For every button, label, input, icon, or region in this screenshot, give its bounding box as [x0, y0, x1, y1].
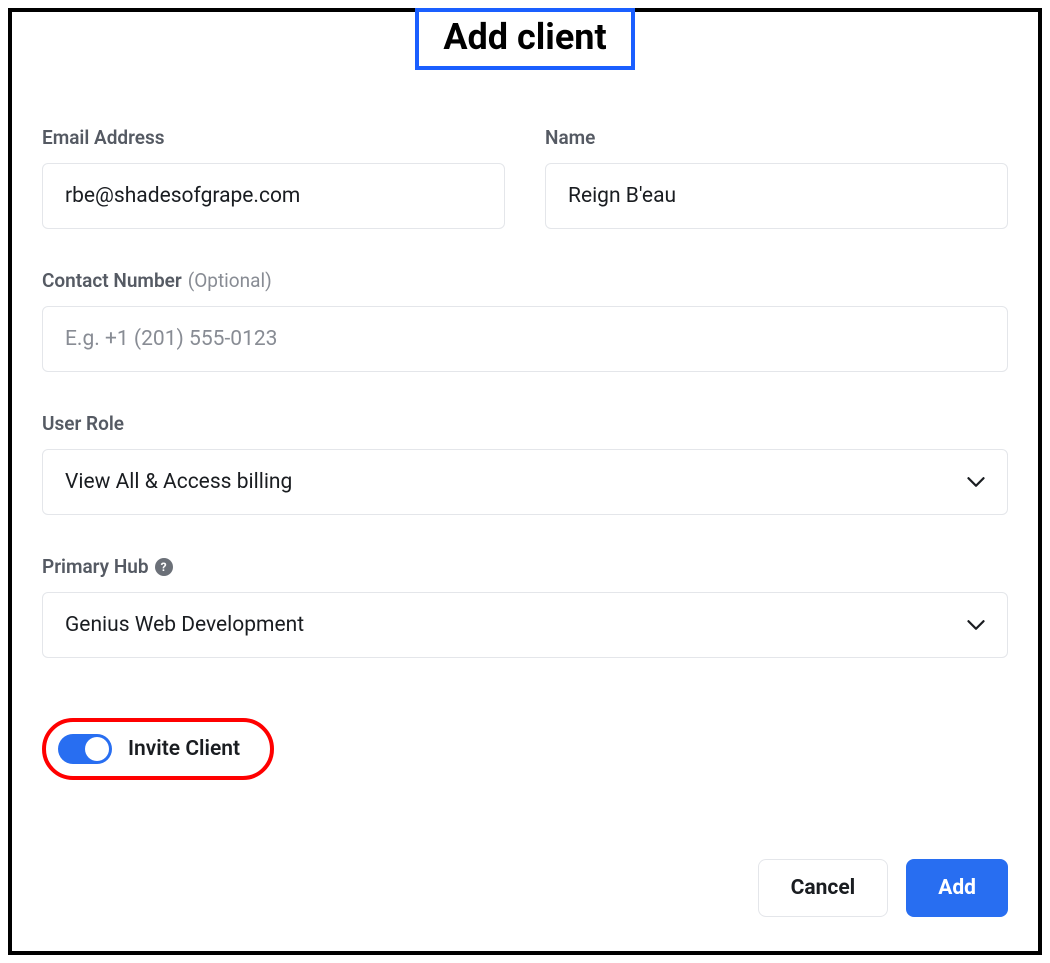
role-selected-value: View All & Access billing	[65, 470, 292, 494]
hub-select[interactable]: Genius Web Development	[42, 592, 1008, 658]
invite-row: Invite Client	[42, 718, 1008, 780]
help-icon[interactable]: ?	[155, 558, 173, 576]
contact-label-text: Contact Number	[42, 269, 182, 292]
name-label: Name	[545, 126, 1008, 149]
dialog-footer: Cancel Add	[758, 859, 1008, 917]
hub-label-text: Primary Hub	[42, 555, 149, 578]
contact-field-group: Contact Number (Optional)	[42, 269, 1008, 372]
role-label: User Role	[42, 412, 1008, 435]
chevron-down-icon	[967, 616, 985, 634]
role-field-group: User Role View All & Access billing	[42, 412, 1008, 515]
toggle-knob	[85, 737, 109, 761]
contact-optional-text: (Optional)	[188, 269, 272, 292]
cancel-button[interactable]: Cancel	[758, 859, 889, 917]
email-input[interactable]	[42, 163, 505, 229]
invite-toggle[interactable]	[58, 734, 112, 764]
row-contact: Contact Number (Optional)	[42, 269, 1008, 372]
invite-label: Invite Client	[128, 737, 240, 761]
hub-label: Primary Hub ?	[42, 555, 1008, 578]
hub-field-group: Primary Hub ? Genius Web Development	[42, 555, 1008, 658]
title-wrap: Add client	[42, 12, 1008, 70]
contact-label: Contact Number (Optional)	[42, 269, 1008, 292]
email-label: Email Address	[42, 126, 505, 149]
dialog-title: Add client	[415, 8, 634, 70]
email-field-group: Email Address	[42, 126, 505, 229]
row-role: User Role View All & Access billing	[42, 412, 1008, 515]
add-client-dialog: Add client Email Address Name Contact Nu…	[8, 8, 1042, 955]
add-button[interactable]: Add	[906, 859, 1008, 917]
name-field-group: Name	[545, 126, 1008, 229]
name-input[interactable]	[545, 163, 1008, 229]
role-select[interactable]: View All & Access billing	[42, 449, 1008, 515]
row-email-name: Email Address Name	[42, 126, 1008, 229]
chevron-down-icon	[967, 473, 985, 491]
form: Email Address Name Contact Number (Optio…	[42, 126, 1008, 780]
highlight-annotation: Invite Client	[42, 718, 274, 780]
contact-input[interactable]	[42, 306, 1008, 372]
row-hub: Primary Hub ? Genius Web Development	[42, 555, 1008, 658]
hub-selected-value: Genius Web Development	[65, 613, 304, 637]
